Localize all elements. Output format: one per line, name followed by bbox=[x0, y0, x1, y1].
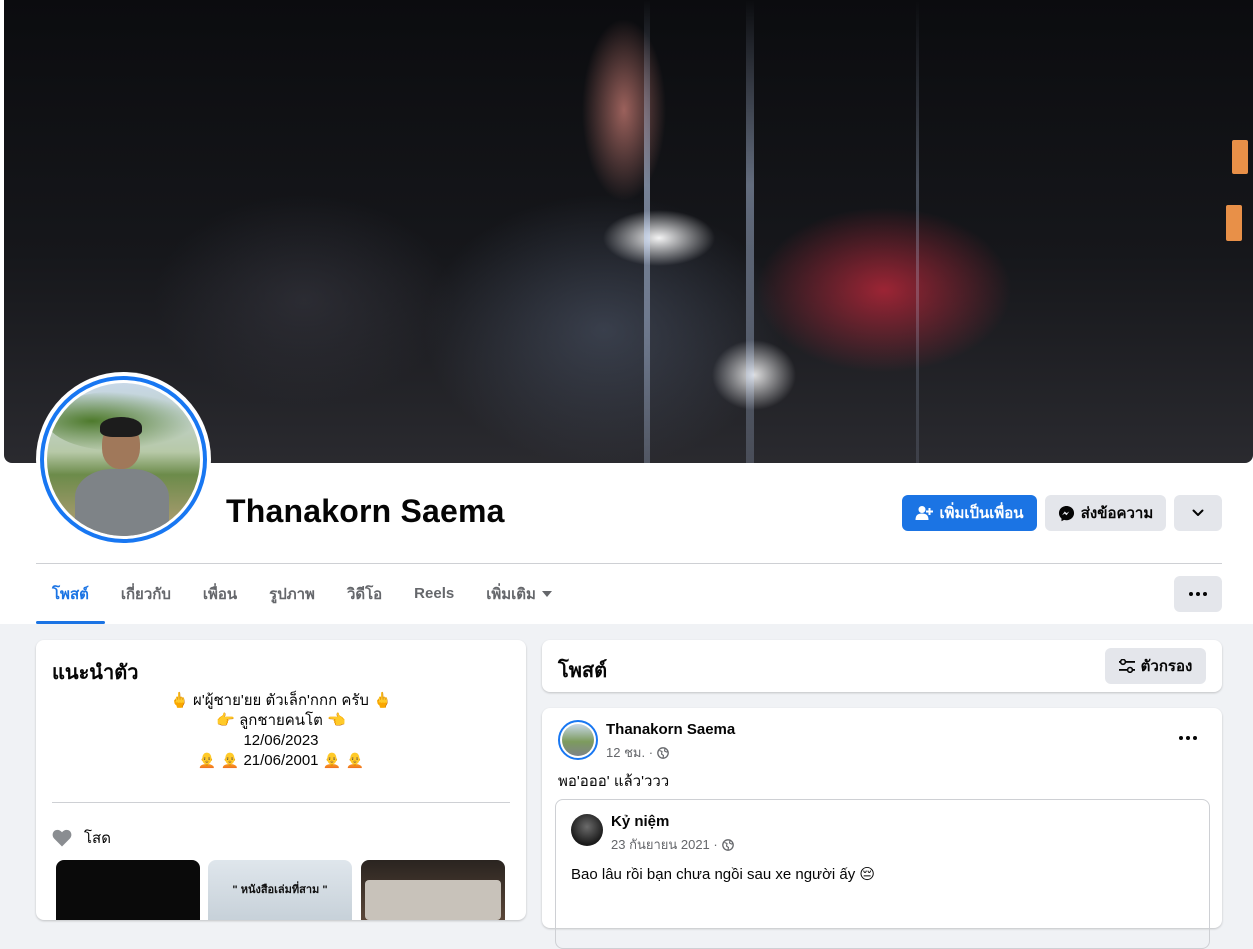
light-beam bbox=[916, 0, 919, 463]
post-author[interactable]: Thanakorn Saema bbox=[606, 721, 735, 738]
caret-down-icon bbox=[541, 590, 552, 597]
tab-label: รูปภาพ bbox=[269, 585, 315, 603]
tab-reels[interactable]: Reels bbox=[398, 563, 470, 624]
bio-line: 🖕 ผ'ผู้ชาย'ยย ตัวเล็ก'กกก ครับ 🖕 bbox=[170, 692, 392, 709]
globe-icon bbox=[721, 838, 734, 851]
bio-line: 🧑‍🦲 🧑‍🦲 21/06/2001 🧑‍🦲 🧑‍🦲 bbox=[197, 752, 365, 769]
message-label: ส่งข้อความ bbox=[1080, 505, 1154, 522]
cover-photo[interactable] bbox=[4, 0, 1253, 463]
profile-avatar[interactable] bbox=[36, 372, 211, 547]
heart-icon bbox=[52, 829, 72, 847]
story-ring bbox=[40, 376, 207, 543]
intro-card: แนะนำตัว 🖕 ผ'ผู้ชาย'ยย ตัวเล็ก'กกก ครับ … bbox=[36, 640, 526, 920]
add-friend-icon bbox=[915, 506, 934, 520]
tab-more[interactable]: เพิ่มเติม bbox=[470, 563, 568, 624]
reflector-light bbox=[1232, 140, 1248, 174]
post-text: พอ'อออ' แล้ว'ววว bbox=[558, 773, 670, 790]
intro-title: แนะนำตัว bbox=[52, 662, 139, 684]
shared-meta: 23 กันยายน 2021 · bbox=[611, 834, 734, 855]
post-card: Thanakorn Saema 12 ชม. · พอ'อออ' แล้ว'วว… bbox=[542, 708, 1222, 949]
more-dots-icon bbox=[1179, 736, 1197, 740]
post-author-avatar[interactable] bbox=[558, 720, 598, 760]
light-beam bbox=[746, 0, 754, 463]
more-dots-icon bbox=[1189, 592, 1207, 596]
tab-label: Reels bbox=[414, 585, 455, 602]
profile-name: Thanakorn Saema bbox=[226, 493, 505, 529]
bio-line: 👉 ลูกชายคนโต 👈 bbox=[216, 712, 346, 729]
shared-post[interactable]: Kỷ niệm 23 กันยายน 2021 · Bao lâu rồi bạ… bbox=[555, 799, 1210, 949]
shared-time[interactable]: 23 กันยายน 2021 · bbox=[611, 834, 718, 855]
tab-label: เพื่อน bbox=[202, 585, 238, 603]
tab-photos[interactable]: รูปภาพ bbox=[253, 563, 331, 624]
tab-label: เกี่ยวกับ bbox=[120, 585, 171, 603]
post-time[interactable]: 12 ชม. · bbox=[606, 742, 653, 763]
avatar-photo bbox=[47, 383, 200, 536]
globe-icon bbox=[657, 746, 669, 759]
shared-text: Bao lâu rồi bạn chưa ngồi sau xe người ấ… bbox=[571, 866, 876, 883]
chevron-down-icon bbox=[1192, 509, 1204, 516]
bio-line: 12/06/2023 bbox=[243, 732, 319, 749]
featured-photo-3[interactable] bbox=[361, 860, 505, 920]
post-meta: 12 ชม. · bbox=[606, 742, 669, 763]
tab-label: เพิ่มเติม bbox=[486, 585, 536, 603]
shared-author[interactable]: Kỷ niệm bbox=[611, 813, 669, 830]
featured-photo-1[interactable] bbox=[56, 860, 200, 920]
add-friend-label: เพิ่มเป็นเพื่อน bbox=[939, 505, 1024, 522]
photo-frame bbox=[365, 880, 501, 920]
intro-divider bbox=[52, 802, 510, 803]
messenger-icon bbox=[1058, 505, 1074, 521]
filter-icon bbox=[1118, 659, 1135, 673]
profile-tabs: โพสต์ เกี่ยวกับ เพื่อน รูปภาพ วิดีโอ Ree… bbox=[36, 563, 568, 624]
filter-label: ตัวกรอง bbox=[1140, 658, 1193, 675]
reflector-light bbox=[1226, 205, 1242, 241]
shared-author-avatar[interactable] bbox=[571, 814, 603, 846]
avatar-hair bbox=[100, 417, 142, 437]
tabs-more-button[interactable] bbox=[1174, 576, 1222, 612]
relationship-row: โสด bbox=[52, 826, 111, 850]
relationship-status: โสด bbox=[84, 830, 111, 847]
avatar-body bbox=[75, 469, 169, 536]
add-friend-button[interactable]: เพิ่มเป็นเพื่อน bbox=[902, 495, 1037, 531]
light-beam bbox=[644, 0, 650, 463]
intro-bio: 🖕 ผ'ผู้ชาย'ยย ตัวเล็ก'กกก ครับ 🖕 👉 ลูกชา… bbox=[52, 691, 510, 771]
posts-header-card: โพสต์ ตัวกรอง bbox=[542, 640, 1222, 692]
message-button[interactable]: ส่งข้อความ bbox=[1045, 495, 1166, 531]
post-options-button[interactable] bbox=[1170, 726, 1206, 750]
posts-title: โพสต์ bbox=[558, 660, 608, 682]
tab-videos[interactable]: วิดีโอ bbox=[331, 563, 398, 624]
tab-label: วิดีโอ bbox=[346, 585, 383, 603]
tab-label: โพสต์ bbox=[52, 585, 89, 603]
tab-posts[interactable]: โพสต์ bbox=[36, 563, 105, 624]
tab-friends[interactable]: เพื่อน bbox=[187, 563, 253, 624]
tab-about[interactable]: เกี่ยวกับ bbox=[105, 563, 187, 624]
filter-button[interactable]: ตัวกรอง bbox=[1105, 648, 1206, 684]
more-options-button[interactable] bbox=[1174, 495, 1222, 531]
featured-photo-2[interactable]: " หนังสือเล่มที่สาม " bbox=[208, 860, 352, 920]
photo-caption: " หนังสือเล่มที่สาม " bbox=[232, 884, 328, 896]
